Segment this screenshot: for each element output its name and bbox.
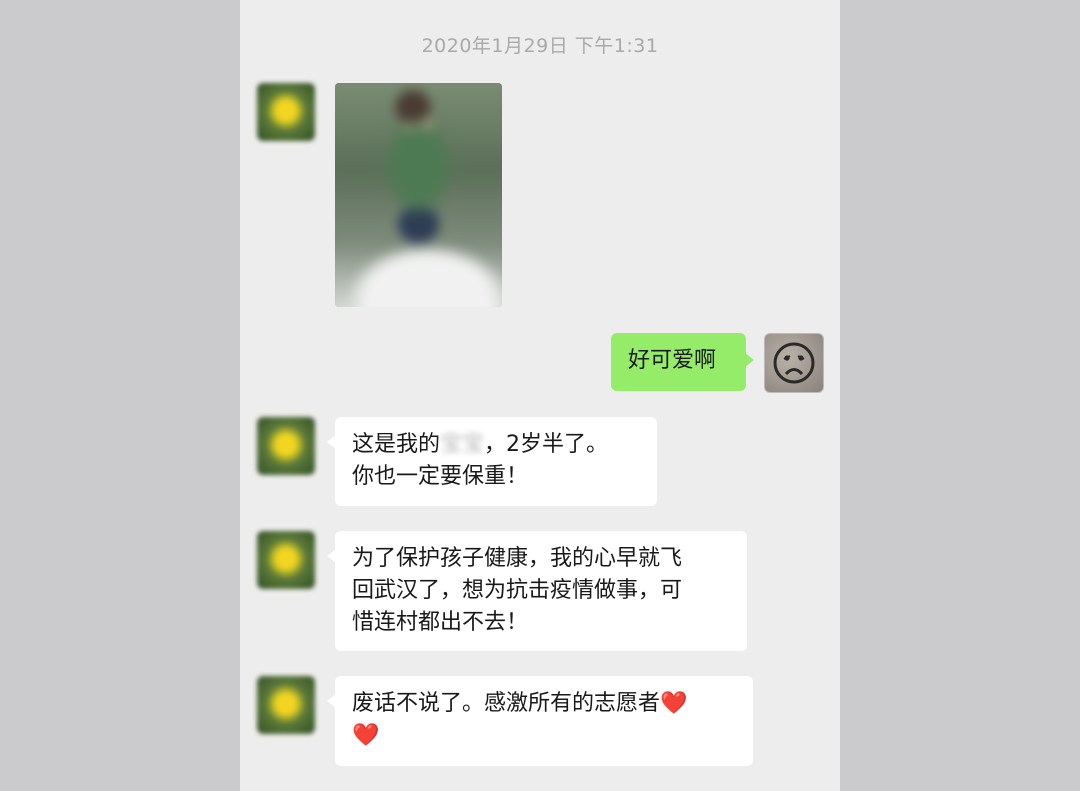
redacted-text: 宝宝 bbox=[440, 432, 485, 457]
message-text: 好可爱啊 bbox=[628, 348, 717, 373]
contact-message-bubble[interactable]: 废话不说了。感激所有的志愿者❤️ ❤️ bbox=[327, 676, 753, 766]
self-message-bubble[interactable]: 好可爱啊 bbox=[611, 333, 754, 391]
contact-avatar[interactable] bbox=[257, 83, 315, 141]
message-line: 回武汉了，想为抗击疫情做事，可 bbox=[352, 578, 683, 603]
image-message[interactable] bbox=[335, 83, 502, 307]
heart-icon: ❤️ bbox=[352, 723, 380, 748]
chat-window: 2020年1月29日 下午1:31 好可爱啊 这是我的宝宝，2岁半了。 你也一定… bbox=[240, 0, 840, 791]
message-timestamp: 2020年1月29日 下午1:31 bbox=[421, 35, 659, 57]
contact-avatar[interactable] bbox=[257, 676, 315, 734]
sad-face-icon bbox=[773, 342, 815, 384]
message-line: 你也一定要保重！ bbox=[352, 464, 529, 489]
contact-avatar[interactable] bbox=[257, 417, 315, 475]
message-line: 惜连村都出不去！ bbox=[352, 610, 529, 635]
contact-message-bubble[interactable]: 这是我的宝宝，2岁半了。 你也一定要保重！ bbox=[327, 417, 657, 506]
contact-message-bubble[interactable]: 为了保护孩子健康，我的心早就飞 回武汉了，想为抗击疫情做事，可 惜连村都出不去！ bbox=[327, 531, 747, 651]
contact-avatar[interactable] bbox=[257, 531, 315, 589]
self-avatar[interactable] bbox=[764, 333, 824, 393]
heart-icon: ❤️ bbox=[660, 691, 688, 716]
message-line: ❤️ bbox=[352, 720, 736, 752]
message-line: 废话不说了。感激所有的志愿者❤️ bbox=[352, 691, 688, 716]
message-line: 这是我的宝宝，2岁半了。 bbox=[352, 432, 609, 457]
message-line: 为了保护孩子健康，我的心早就飞 bbox=[352, 546, 683, 571]
photo-blurred-icon bbox=[335, 83, 502, 307]
